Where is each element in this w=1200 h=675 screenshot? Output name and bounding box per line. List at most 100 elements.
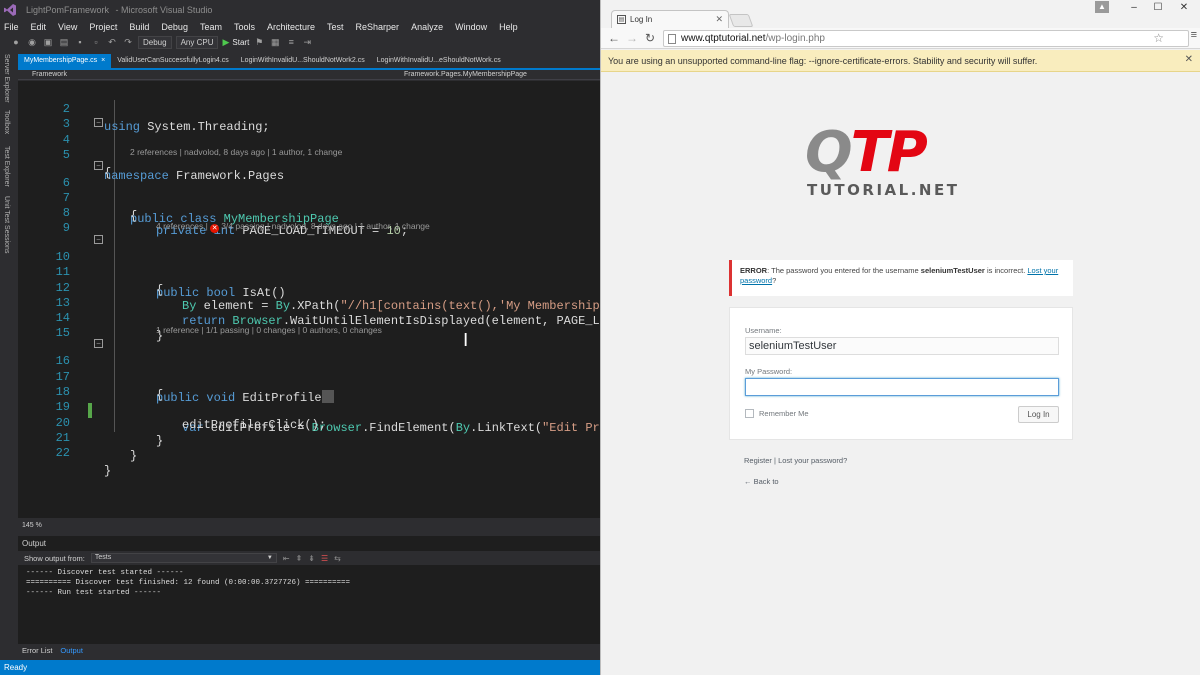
menu-debug[interactable]: Debug: [161, 22, 188, 32]
back-arrow-icon[interactable]: ←: [605, 31, 623, 45]
undo-icon[interactable]: ↶: [106, 36, 118, 48]
close-icon[interactable]: ×: [101, 57, 105, 64]
menu-file[interactable]: File: [4, 22, 19, 32]
comment-icon[interactable]: ≡: [285, 36, 297, 48]
open-icon[interactable]: ▤: [58, 36, 70, 48]
collapse-icon[interactable]: −: [94, 161, 103, 170]
side-tab-toolbox[interactable]: Toolbox: [3, 110, 10, 134]
code-line: 13 return Browser.WaitUntilElementIsDisp…: [18, 278, 600, 328]
profile-icon[interactable]: ▲: [1095, 1, 1109, 13]
username-input[interactable]: seleniumTestUser: [745, 337, 1059, 355]
new-tab-button[interactable]: [728, 14, 754, 27]
doc-tab-mymembershippage[interactable]: MyMembershipPage.cs ×: [18, 54, 112, 68]
codelens-isat[interactable]: 4 references | ✕ 3/4 passing | nadvolod, …: [156, 220, 430, 233]
close-icon[interactable]: ✕: [1185, 54, 1193, 65]
new-project-icon[interactable]: ▣: [42, 36, 54, 48]
register-link[interactable]: Register: [744, 456, 772, 465]
type-nav-select[interactable]: Framework.Pages.MyMembershipPage: [404, 71, 584, 78]
code-line: 20 }: [18, 398, 600, 448]
word-wrap-icon[interactable]: ⇆: [334, 554, 341, 563]
codelens-class[interactable]: 2 references | nadvolod, 8 days ago | 1 …: [130, 146, 342, 158]
doc-tab-invalid-2[interactable]: LoginWithInvalidU...ShouldNotWork2.cs: [235, 54, 371, 68]
indent-icon[interactable]: ⇥: [301, 36, 313, 48]
maximize-icon[interactable]: ☐: [1147, 2, 1169, 13]
close-icon[interactable]: ✕: [715, 14, 723, 25]
browser-tab-login[interactable]: ▤ Log In ✕: [611, 10, 729, 28]
side-tab-server-explorer[interactable]: Server Explorer: [3, 54, 10, 103]
menu-help[interactable]: Help: [499, 22, 518, 32]
zoom-level-select[interactable]: 145 %: [22, 522, 42, 529]
find-message-icon[interactable]: ⇤: [283, 554, 290, 563]
menu-resharper[interactable]: ReSharper: [356, 22, 400, 32]
back-icon[interactable]: ●: [10, 36, 22, 48]
code-line: 22 }: [18, 428, 600, 478]
tab-output[interactable]: Output: [60, 646, 83, 655]
play-icon: ▶: [222, 36, 230, 47]
menu-project[interactable]: Project: [89, 22, 117, 32]
menu-architecture[interactable]: Architecture: [267, 22, 315, 32]
code-line: 12 By element = By.XPath("//h1[contains(…: [18, 263, 600, 313]
browser-menu-icon[interactable]: ≡: [1191, 29, 1197, 41]
code-line: 4 − namespace Framework.Pages: [18, 115, 600, 183]
status-bar: Ready: [0, 660, 600, 675]
address-bar[interactable]: www.qtptutorial.net/wp-login.php ☆: [663, 30, 1189, 47]
save-all-icon[interactable]: ▫: [90, 36, 102, 48]
login-nav-links: Register | Lost your password?: [744, 456, 847, 465]
reload-icon[interactable]: ↻: [641, 31, 659, 45]
project-nav-select[interactable]: Framework: [18, 71, 218, 78]
menu-view[interactable]: View: [58, 22, 77, 32]
code-line: 19 editProfile.Click();: [18, 382, 600, 432]
collapse-icon[interactable]: −: [94, 339, 103, 348]
login-button[interactable]: Log In: [1018, 406, 1059, 423]
minimize-icon[interactable]: –: [1123, 2, 1145, 13]
lost-password-link[interactable]: Lost your password?: [778, 456, 847, 465]
menu-tools[interactable]: Tools: [234, 22, 255, 32]
doc-tab-validuser[interactable]: ValidUserCanSuccessfullyLogin4.cs: [111, 54, 235, 68]
forward-arrow-icon[interactable]: →: [623, 31, 641, 45]
platform-select[interactable]: Any CPU: [175, 35, 219, 49]
vs-logo-icon: [0, 0, 20, 20]
codelens-editprofile[interactable]: 1 reference | 1/1 passing | 0 changes | …: [156, 324, 382, 336]
vs-side-panel: Server Explorer Toolbox Test Explorer Un…: [0, 50, 18, 660]
solution-config-select[interactable]: Debug: [138, 35, 172, 49]
site-logo[interactable]: QTP TUTORIAL.NET: [805, 125, 997, 200]
code-line: 3: [18, 99, 600, 131]
window-close-icon[interactable]: ✕: [1173, 2, 1195, 13]
collapse-icon[interactable]: −: [94, 118, 103, 127]
bookmark-star-icon[interactable]: ☆: [1153, 31, 1164, 45]
menu-analyze[interactable]: Analyze: [411, 22, 443, 32]
side-tab-test-explorer[interactable]: Test Explorer: [3, 146, 10, 187]
output-source-select[interactable]: Tests ▼: [90, 553, 277, 563]
password-input[interactable]: [745, 378, 1059, 396]
username-label: Username:: [745, 326, 782, 335]
clear-all-icon[interactable]: ☰: [321, 554, 328, 563]
menu-team[interactable]: Team: [200, 22, 222, 32]
remember-me-label: Remember Me: [759, 409, 809, 418]
code-line: 15: [18, 308, 600, 340]
start-button[interactable]: ▶ Start: [222, 37, 249, 48]
side-tab-unit-test-sessions[interactable]: Unit Test Sessions: [3, 196, 10, 253]
menu-edit[interactable]: Edit: [31, 22, 47, 32]
save-icon[interactable]: ▪: [74, 36, 86, 48]
forward-icon[interactable]: ◉: [26, 36, 38, 48]
doc-tab-invalid-1[interactable]: LoginWithInvalidU...eShouldNotWork.cs: [371, 54, 507, 68]
code-line: 11 {: [18, 247, 600, 297]
remember-me-checkbox[interactable]: [745, 409, 754, 418]
login-page: QTP TUTORIAL.NET ERROR: The password you…: [601, 73, 1200, 675]
next-message-icon[interactable]: ⇟: [308, 554, 315, 563]
code-line: 14 }: [18, 293, 600, 343]
tab-error-list[interactable]: Error List: [22, 646, 52, 655]
attach-icon[interactable]: ⚑: [253, 36, 265, 48]
code-line: 7 {: [18, 173, 600, 223]
code-editor[interactable]: 2 using System.Threading; 3 4 − namespac…: [18, 81, 600, 518]
prev-message-icon[interactable]: ⇞: [296, 554, 303, 563]
redo-icon[interactable]: ↷: [122, 36, 134, 48]
bookmark-icon[interactable]: ▦: [269, 36, 281, 48]
menu-window[interactable]: Window: [455, 22, 487, 32]
menu-bar: File Edit View Project Build Debug Team …: [0, 20, 600, 34]
collapse-icon[interactable]: −: [94, 235, 103, 244]
menu-test[interactable]: Test: [327, 22, 344, 32]
menu-build[interactable]: Build: [129, 22, 149, 32]
back-to-site-link[interactable]: ← Back to: [744, 477, 779, 486]
output-panel: Output Show output from: Tests ▼ ⇤ ⇞ ⇟ ☰ …: [18, 536, 600, 644]
